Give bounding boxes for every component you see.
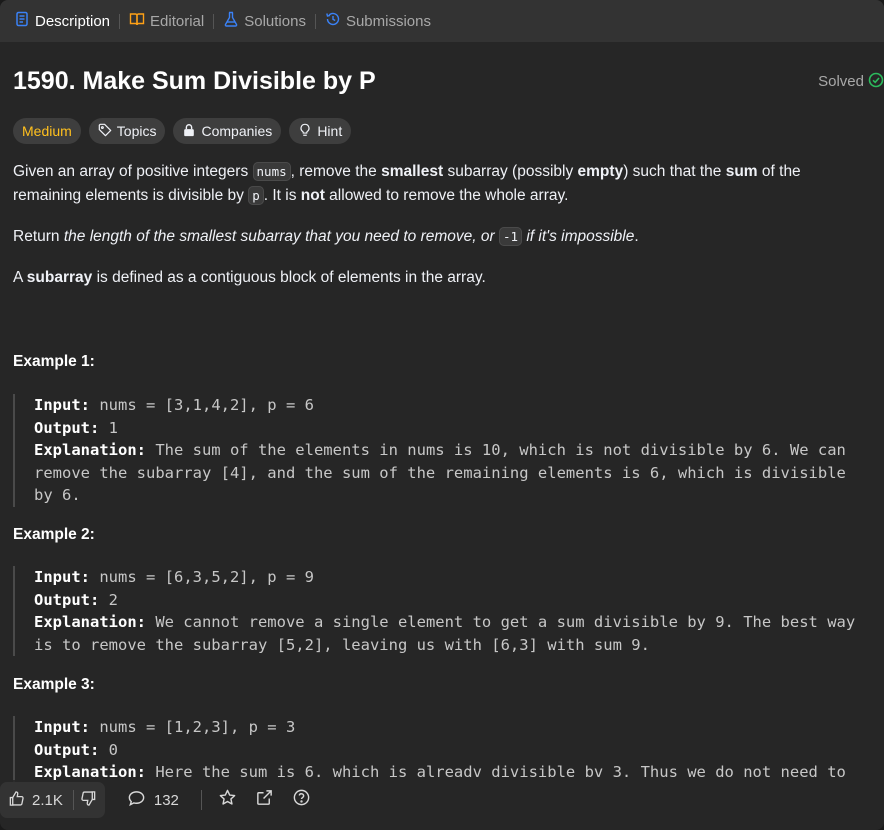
example-line: Input: nums = [1,2,3], p = 3 (34, 718, 296, 736)
problem-content: 1590. Make Sum Divisible by P Solved Med… (0, 42, 884, 830)
example-2-title: Example 2: (13, 526, 95, 543)
difficulty-label: Medium (22, 123, 72, 139)
flask-icon (223, 11, 239, 31)
help-button[interactable] (292, 788, 311, 812)
tab-submissions-label: Submissions (345, 12, 431, 30)
share-button[interactable] (255, 788, 274, 812)
vote-group: 2.1K (0, 782, 105, 818)
like-count: 2.1K (32, 791, 63, 809)
comment-icon (127, 789, 146, 812)
companies-label: Companies (201, 123, 273, 139)
comment-count: 132 (153, 791, 179, 809)
example-line: Explanation: We cannot remove a single e… (34, 613, 856, 631)
tab-solutions[interactable]: Solutions (219, 0, 310, 42)
example-1-title: Example 1: (13, 353, 95, 370)
bottom-action-bar: 2.1K 132 (0, 780, 884, 820)
example-line: Input: nums = [6,3,5,2], p = 9 (34, 568, 314, 586)
tab-description[interactable]: Description (10, 0, 114, 42)
tab-solutions-label: Solutions (244, 12, 306, 30)
problem-panel: Description Editorial Solutions Submissi… (0, 0, 884, 830)
problem-description: Given an array of positive integers nums… (13, 160, 833, 307)
thumbs-up-icon[interactable] (8, 790, 25, 811)
example-line: Explanation: The sum of the elements in … (34, 441, 846, 459)
book-icon (129, 11, 145, 31)
companies-button[interactable]: Companies (173, 118, 282, 144)
bottom-divider (200, 790, 202, 810)
example-line: Output: 1 (34, 418, 118, 437)
check-circle-icon (868, 72, 884, 92)
inline-code: nums (252, 162, 291, 181)
thumbs-down-icon[interactable] (80, 790, 97, 811)
lightbulb-icon (298, 123, 312, 140)
topics-button[interactable]: Topics (88, 118, 166, 144)
example-line: Input: nums = [3,1,4,2], p = 6 (34, 396, 314, 414)
example-2-block: Input: nums = [6,3,5,2], p = 9 Output: 2… (13, 566, 873, 656)
example-3-block: Input: nums = [1,2,3], p = 3 Output: 0 E… (13, 716, 873, 784)
difficulty-badge: Medium (13, 118, 81, 144)
lock-icon (182, 123, 196, 140)
tab-description-label: Description (35, 12, 111, 30)
favorite-button[interactable] (218, 788, 237, 812)
description-paragraph-2: Return the length of the smallest subarr… (13, 227, 639, 246)
solved-status: Solved (818, 72, 884, 92)
tab-bar: Description Editorial Solutions Submissi… (0, 0, 884, 42)
example-line: is to remove the subarray [5,2], leaving… (34, 635, 650, 654)
comments-button[interactable]: 132 (127, 789, 179, 812)
title-row: 1590. Make Sum Divisible by P Solved (13, 67, 884, 96)
description-paragraph-3: A subarray is defined as a contiguous bl… (13, 269, 486, 286)
tab-editorial[interactable]: Editorial (125, 0, 208, 42)
tag-row: Medium Topics Companies Hint (13, 118, 352, 144)
topics-label: Topics (116, 123, 157, 139)
inline-code: -1 (498, 227, 523, 246)
description-icon (14, 11, 30, 31)
external-link-icon (255, 788, 274, 812)
hint-button[interactable]: Hint (289, 118, 352, 144)
tab-divider (213, 13, 215, 29)
tab-editorial-label: Editorial (150, 12, 205, 30)
star-icon (218, 788, 237, 812)
example-line: Output: 2 (34, 590, 118, 609)
tab-divider (119, 13, 121, 29)
hint-label: Hint (317, 123, 343, 139)
example-3-title: Example 3: (13, 676, 95, 693)
solved-label: Solved (818, 73, 864, 90)
problem-title[interactable]: 1590. Make Sum Divisible by P (13, 67, 376, 96)
example-line: by 6. (34, 486, 81, 504)
example-1-block: Input: nums = [3,1,4,2], p = 6 Output: 1… (13, 394, 873, 507)
inline-code: p (248, 186, 264, 205)
example-line: Output: 0 (34, 740, 118, 759)
example-line: remove the subarray [4], and the sum of … (34, 463, 846, 482)
history-icon (325, 11, 341, 31)
vote-divider (72, 790, 74, 810)
tag-icon (98, 123, 112, 140)
tab-divider (314, 13, 316, 29)
tab-submissions[interactable]: Submissions (321, 0, 435, 42)
description-paragraph-1: Given an array of positive integers nums… (13, 162, 801, 205)
question-circle-icon (292, 788, 311, 812)
